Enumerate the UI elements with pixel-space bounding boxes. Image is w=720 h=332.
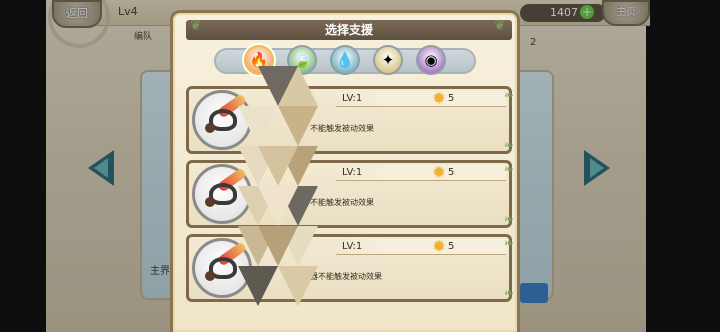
level-text: LV:1 xyxy=(342,167,363,178)
star-rank-icon: ✹ xyxy=(431,89,447,109)
passive-note: 不能触发被动效果 xyxy=(310,124,374,133)
star-rank-icon: ✹ xyxy=(431,237,447,257)
star-rank-value: 5 xyxy=(448,241,455,252)
weapon-gem-icon xyxy=(205,271,215,281)
wind-element-icon: 🍃 xyxy=(292,51,312,69)
passive-note: 不能触发被动效果 xyxy=(310,198,374,207)
leaf-corner-icon: ❧ xyxy=(504,138,515,152)
weapon-gem-icon xyxy=(205,197,215,207)
tab-wind[interactable]: 🍃 xyxy=(287,45,317,75)
leaf-corner-icon: ❧ xyxy=(504,286,515,300)
star-rank-value: 5 xyxy=(448,93,455,104)
leaf-corner-icon: ❧ xyxy=(504,162,515,176)
modal-title: 选择支援 xyxy=(324,23,373,37)
level-text: LV:1 xyxy=(342,93,363,104)
level-text: LV:1 xyxy=(342,241,363,252)
tab-dark[interactable]: ◉ xyxy=(416,45,446,75)
game-screen: 返回 Lv4 编队 1407 + 主页 主界 2 ❦ ❦ 选择支援 🔥 🍃 💧 ✦ ◉ … xyxy=(0,0,720,332)
character-portrait xyxy=(192,238,252,298)
support-item[interactable]: LV:1 ✹ 5 不能触发被动效果 ❧ ❧ xyxy=(186,160,514,228)
star-rank-icon: ✹ xyxy=(431,163,447,183)
fire-element-icon: 🔥 xyxy=(249,51,269,69)
leaf-corner-icon: ❧ xyxy=(504,236,515,250)
tab-fire[interactable]: 🔥 xyxy=(244,45,274,75)
tab-water[interactable]: 💧 xyxy=(330,45,360,75)
tab-light[interactable]: ✦ xyxy=(373,45,403,75)
star-rank-value: 5 xyxy=(448,167,455,178)
light-element-icon: ✦ xyxy=(381,51,395,69)
support-item[interactable]: LV:1 ✹ 5 不能触发被动效果 ❧ ❧ xyxy=(186,86,514,154)
weapon-gem-icon xyxy=(205,123,215,133)
passive-note: 器不能触发被动效果 xyxy=(310,272,382,281)
character-portrait xyxy=(192,90,252,150)
leaf-corner-icon: ❧ xyxy=(504,212,515,226)
water-element-icon: 💧 xyxy=(335,51,355,69)
support-item[interactable]: LV:1 ✹ 5 器不能触发被动效果 ❧ ❧ xyxy=(186,234,514,302)
character-portrait xyxy=(192,164,252,224)
leaf-corner-icon: ❧ xyxy=(504,88,515,102)
dark-element-icon: ◉ xyxy=(424,51,438,69)
